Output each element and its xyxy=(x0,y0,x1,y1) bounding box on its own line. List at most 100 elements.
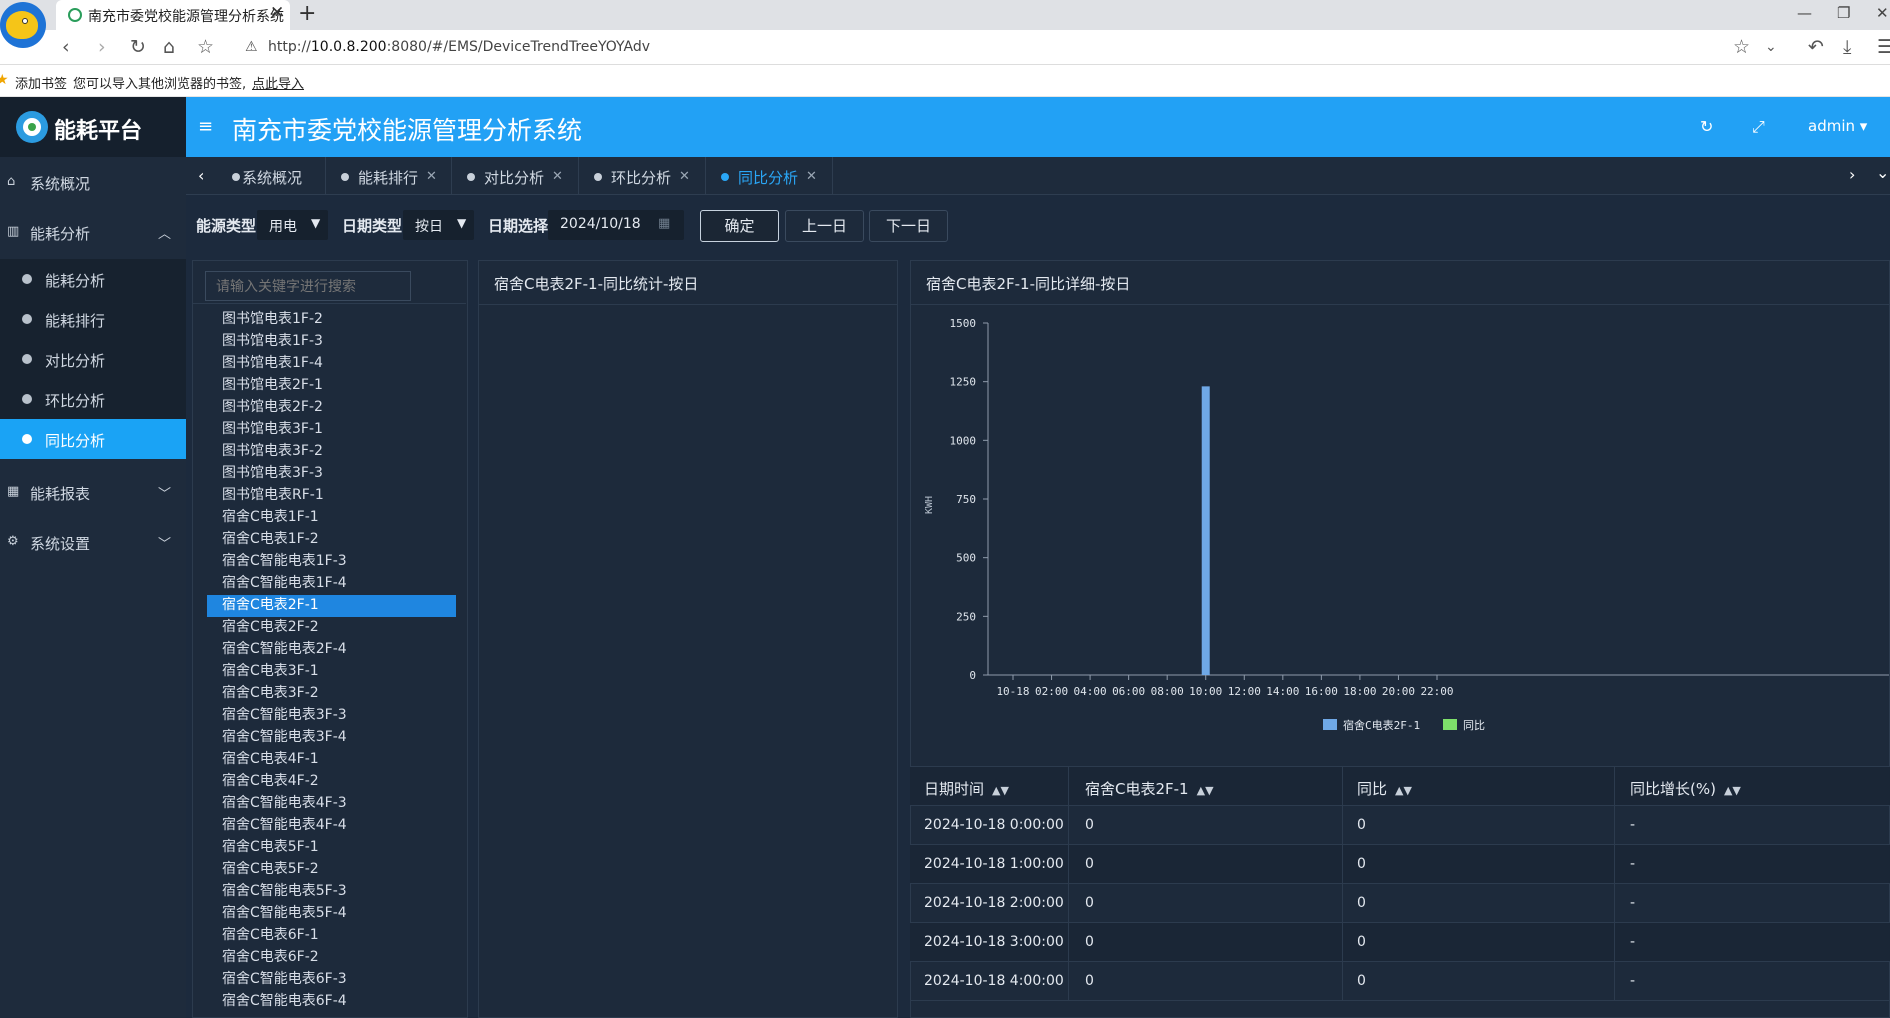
tree-node[interactable]: 图书馆电表3F-3 xyxy=(207,463,456,485)
table-row[interactable]: 2024-10-18 3:00:00 0 0 - xyxy=(910,923,1890,962)
tree-node[interactable]: 宿舍C电表5F-1 xyxy=(207,837,456,859)
tabs-scroll-left-icon[interactable]: ‹ xyxy=(198,166,204,185)
add-bookmark-label[interactable]: 添加书签 xyxy=(15,73,67,92)
tree-node[interactable]: 宿舍C智能电表6F-3 xyxy=(207,969,456,991)
tab-close-icon[interactable]: ✕ xyxy=(679,169,690,184)
column-header-meter[interactable]: 宿舍C电表2F-1 ▲▼ xyxy=(1085,778,1214,799)
tree-node[interactable]: 图书馆电表1F-4 xyxy=(207,353,456,375)
sidebar-item-overview[interactable]: ⌂ 系统概况 xyxy=(0,162,186,202)
sidebar-subitem-mom[interactable]: 环比分析 xyxy=(0,379,186,419)
browser-tab[interactable]: 南充市委党校能源管理分析系统 ✕ xyxy=(56,0,290,30)
sort-icon[interactable]: ▲▼ xyxy=(1395,784,1412,797)
tab-close-icon[interactable]: ✕ xyxy=(552,169,563,184)
tabs-scroll-right-icon[interactable]: › xyxy=(1849,165,1855,184)
tree-node[interactable]: 宿舍C智能电表3F-3 xyxy=(207,705,456,727)
tree-scrollbar-thumb[interactable] xyxy=(467,733,468,1018)
tree-node[interactable]: 宿舍C电表6F-2 xyxy=(207,947,456,969)
tree-node[interactable]: 图书馆电表3F-1 xyxy=(207,419,456,441)
new-tab-button[interactable]: + xyxy=(298,1,316,26)
tab-yoy[interactable]: 同比分析 ✕ xyxy=(706,157,833,195)
sidebar-subitem-ranking[interactable]: 能耗排行 xyxy=(0,299,186,339)
tree-node[interactable]: 宿舍C智能电表4F-3 xyxy=(207,793,456,815)
minimize-icon[interactable]: — xyxy=(1797,4,1812,22)
sidebar-item-settings[interactable]: ⚙ 系统设置 ﹀ xyxy=(0,522,186,562)
sidebar-subitem-yoy[interactable]: 同比分析 xyxy=(0,419,186,459)
restore-icon[interactable]: ❐ xyxy=(1837,4,1850,22)
tree-search-input[interactable] xyxy=(205,271,411,301)
url-field[interactable]: http://10.0.8.200:8080/#/EMS/DeviceTrend… xyxy=(268,39,650,55)
tree-node[interactable]: 宿舍C电表4F-1 xyxy=(207,749,456,771)
tree-node[interactable]: 宿舍C电表1F-1 xyxy=(207,507,456,529)
date-input[interactable]: 2024/10/18 ▦ xyxy=(548,210,684,240)
next-day-button[interactable]: 下一日 xyxy=(869,210,948,242)
sidebar-item-reports[interactable]: ▦ 能耗报表 ﹀ xyxy=(0,472,186,512)
insecure-warning-icon[interactable]: ⚠ xyxy=(245,39,258,55)
tree-node[interactable]: 宿舍C电表2F-2 xyxy=(207,617,456,639)
dropdown-chevron-icon[interactable]: ⌄ xyxy=(1765,39,1777,55)
tab-comparison[interactable]: 对比分析 ✕ xyxy=(452,157,579,195)
forward-icon[interactable]: › xyxy=(98,36,106,58)
tree-node[interactable]: 宿舍C智能电表1F-3 xyxy=(207,551,456,573)
tree-scrollbar[interactable] xyxy=(466,303,468,1018)
tree-node[interactable]: 宿舍C智能电表6F-4 xyxy=(207,991,456,1013)
tree-node[interactable]: 图书馆电表1F-3 xyxy=(207,331,456,353)
prev-day-button[interactable]: 上一日 xyxy=(785,210,864,242)
sort-icon[interactable]: ▲▼ xyxy=(992,784,1009,797)
tree-node[interactable]: 宿舍C电表3F-1 xyxy=(207,661,456,683)
tree-node[interactable]: 宿舍C智能电表3F-4 xyxy=(207,727,456,749)
tree-node[interactable]: 图书馆电表RF-1 xyxy=(207,485,456,507)
sort-icon[interactable]: ▲▼ xyxy=(1724,784,1741,797)
calendar-icon[interactable]: ▦ xyxy=(658,216,670,231)
tree-node[interactable]: 宿舍C电表4F-2 xyxy=(207,771,456,793)
tab-overview[interactable]: 系统概况 xyxy=(222,157,326,195)
tree-node[interactable]: 宿舍C智能电表5F-4 xyxy=(207,903,456,925)
tree-node[interactable]: 宿舍C电表3F-2 xyxy=(207,683,456,705)
tree-node[interactable]: 图书馆电表2F-1 xyxy=(207,375,456,397)
tree-node[interactable]: 宿舍C智能电表4F-4 xyxy=(207,815,456,837)
reload-icon[interactable]: ↻ xyxy=(130,36,146,58)
energy-type-select[interactable]: 用电 ▼ xyxy=(257,210,328,240)
tree-node[interactable]: 图书馆电表1F-2 xyxy=(207,309,456,331)
hamburger-menu-icon[interactable]: ≡ xyxy=(198,116,213,137)
tree-node[interactable]: 宿舍C智能电表2F-4 xyxy=(207,639,456,661)
menu-icon[interactable]: ☰ xyxy=(1877,36,1890,58)
user-menu[interactable]: admin ▾ xyxy=(1808,117,1867,135)
favorite-star-icon[interactable]: ☆ xyxy=(197,36,214,58)
refresh-icon[interactable]: ↻ xyxy=(1700,117,1713,136)
home-icon[interactable]: ⌂ xyxy=(163,36,175,58)
tree-node[interactable]: 宿舍C电表1F-2 xyxy=(207,529,456,551)
sort-icon[interactable]: ▲▼ xyxy=(1197,784,1214,797)
tree-node[interactable]: 宿舍C智能电表1F-4 xyxy=(207,573,456,595)
tree-node[interactable]: 宿舍C智能电表5F-3 xyxy=(207,881,456,903)
browser-tab-close-icon[interactable]: ✕ xyxy=(270,3,284,23)
tree-node[interactable]: 图书馆电表2F-2 xyxy=(207,397,456,419)
date-type-select[interactable]: 按日 ▼ xyxy=(403,210,474,240)
table-row[interactable]: 2024-10-18 0:00:00 0 0 - xyxy=(910,806,1890,845)
more-vertical-icon[interactable]: ⋮ xyxy=(1883,117,1890,136)
sidebar-subitem-comparison[interactable]: 对比分析 xyxy=(0,339,186,379)
table-row[interactable]: 2024-10-18 1:00:00 0 0 - xyxy=(910,845,1890,884)
tabs-menu-chevron-icon[interactable]: ⌄ xyxy=(1876,163,1889,182)
tree-node[interactable]: 宿舍C电表2F-1 xyxy=(207,595,456,617)
close-window-icon[interactable]: ✕ xyxy=(1876,4,1889,22)
confirm-button[interactable]: 确定 xyxy=(700,210,779,242)
column-header-yoy[interactable]: 同比 ▲▼ xyxy=(1357,778,1412,799)
column-header-yoy-growth[interactable]: 同比增长(%) ▲▼ xyxy=(1630,778,1741,799)
sidebar-item-energy-analysis[interactable]: ▥ 能耗分析 ︿ xyxy=(0,212,186,252)
table-row[interactable]: 2024-10-18 4:00:00 0 0 - xyxy=(910,962,1890,1001)
tree-node[interactable]: 宿舍C电表5F-2 xyxy=(207,859,456,881)
tab-close-icon[interactable]: ✕ xyxy=(806,169,817,184)
tab-mom[interactable]: 环比分析 ✕ xyxy=(579,157,706,195)
tree-node[interactable]: 图书馆电表3F-2 xyxy=(207,441,456,463)
back-icon[interactable]: ‹ xyxy=(62,36,70,58)
tab-ranking[interactable]: 能耗排行 ✕ xyxy=(326,157,452,195)
fullscreen-icon[interactable]: ⤢ xyxy=(1752,117,1765,137)
undo-icon[interactable]: ↶ xyxy=(1808,36,1824,58)
import-link[interactable]: 点此导入 xyxy=(252,73,304,92)
bookmark-star-icon[interactable]: ☆ xyxy=(1733,36,1750,58)
tab-close-icon[interactable]: ✕ xyxy=(426,169,437,184)
tree-node[interactable]: 宿舍C电表6F-1 xyxy=(207,925,456,947)
column-header-datetime[interactable]: 日期时间 ▲▼ xyxy=(924,778,1009,799)
download-icon[interactable]: ⤓ xyxy=(1843,36,1851,58)
sidebar-subitem-energy-analysis[interactable]: 能耗分析 xyxy=(0,259,186,299)
